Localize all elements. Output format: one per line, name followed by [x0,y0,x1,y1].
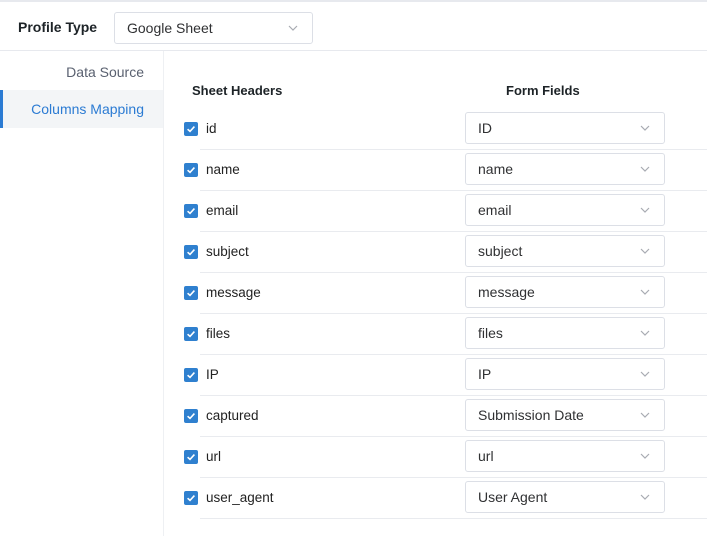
mapping-row: url url [164,437,707,478]
form-field-value: message [478,284,535,300]
include-checkbox[interactable] [184,491,198,505]
sheet-header-name: files [206,326,231,341]
sheet-headers-heading: Sheet Headers [192,83,283,98]
form-field-select[interactable]: Submission Date [465,399,665,431]
form-field-select[interactable]: subject [465,235,665,267]
mapping-row: name name [164,150,707,191]
form-field-select[interactable]: IP [465,358,665,390]
mapping-row: message message [164,273,707,314]
include-checkbox[interactable] [184,450,198,464]
include-checkbox[interactable] [184,122,198,136]
form-field-select[interactable]: files [465,317,665,349]
mapping-row: subject subject [164,232,707,273]
sheet-header-name: message [206,285,261,300]
row-divider [200,518,707,519]
chevron-down-icon [640,453,650,459]
form-fields-heading: Form Fields [506,83,580,98]
chevron-down-icon [640,412,650,418]
form-field-value: IP [478,366,492,382]
checkmark-icon [187,331,195,338]
include-checkbox[interactable] [184,368,198,382]
form-field-value: Submission Date [478,407,584,423]
chevron-down-icon [640,371,650,377]
form-field-value: name [478,161,514,177]
form-field-value: subject [478,243,523,259]
include-checkbox[interactable] [184,286,198,300]
chevron-down-icon [640,289,650,295]
sheet-header-name: name [206,162,240,177]
profile-type-label: Profile Type [18,19,98,35]
form-field-value: url [478,448,494,464]
checkmark-icon [187,167,195,174]
chevron-down-icon [640,207,650,213]
chevron-down-icon [640,248,650,254]
form-field-value: User Agent [478,489,548,505]
sheet-header-name: url [206,449,222,464]
profile-type-select[interactable]: Google Sheet [114,12,313,44]
checkmark-icon [187,495,195,502]
include-checkbox[interactable] [184,245,198,259]
sidebar: Data Source Columns Mapping [0,51,164,536]
sheet-header-name: IP [206,367,219,382]
profile-type-value: Google Sheet [127,20,213,36]
mapping-row: IP IP [164,355,707,396]
form-field-select[interactable]: message [465,276,665,308]
checkmark-icon [187,208,195,215]
sheet-header-name: email [206,203,239,218]
sidebar-item-data-source[interactable]: Data Source [66,64,144,80]
checkmark-icon [187,454,195,461]
mapping-row: email email [164,191,707,232]
sidebar-item-label: Columns Mapping [31,101,144,117]
sidebar-item-columns-mapping[interactable]: Columns Mapping [0,90,163,128]
checkmark-icon [187,126,195,133]
form-field-value: ID [478,120,492,136]
include-checkbox[interactable] [184,163,198,177]
mapping-row: id ID [164,109,707,150]
sheet-header-name: user_agent [206,490,274,505]
checkmark-icon [187,372,195,379]
form-field-select[interactable]: email [465,194,665,226]
columns-mapping-panel: Sheet Headers Form Fields id ID name name em… [164,51,707,536]
checkmark-icon [187,249,195,256]
chevron-down-icon [640,494,650,500]
form-field-value: email [478,202,512,218]
include-checkbox[interactable] [184,204,198,218]
sheet-header-name: captured [206,408,259,423]
chevron-down-icon [640,330,650,336]
sheet-header-name: subject [206,244,249,259]
chevron-down-icon [640,166,650,172]
profile-bar: Profile Type Google Sheet [0,2,707,51]
form-field-select[interactable]: User Agent [465,481,665,513]
chevron-down-icon [640,125,650,131]
form-field-select[interactable]: name [465,153,665,185]
sheet-header-name: id [206,121,217,136]
include-checkbox[interactable] [184,409,198,423]
mapping-row: user_agent User Agent [164,478,707,519]
chevron-down-icon [288,25,298,31]
include-checkbox[interactable] [184,327,198,341]
form-field-value: files [478,325,503,341]
form-field-select[interactable]: url [465,440,665,472]
mapping-row: files files [164,314,707,355]
sidebar-item-label: Data Source [66,64,144,80]
form-field-select[interactable]: ID [465,112,665,144]
checkmark-icon [187,290,195,297]
mapping-row: captured Submission Date [164,396,707,437]
checkmark-icon [187,413,195,420]
